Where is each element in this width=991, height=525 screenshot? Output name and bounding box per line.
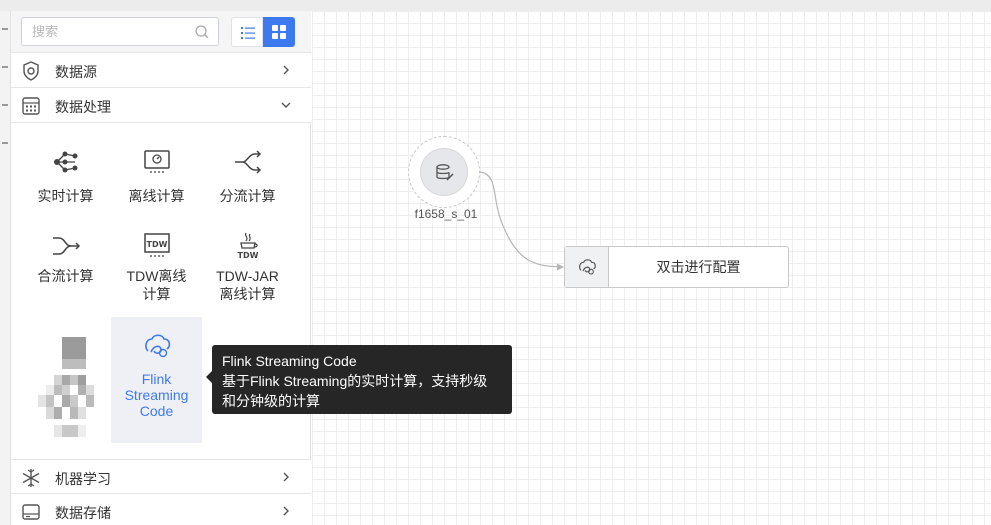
- chevron-right-icon: [283, 506, 289, 516]
- flink-icon: [145, 334, 171, 358]
- top-bar: [0, 0, 991, 11]
- search-box: [21, 17, 219, 46]
- category-data-source[interactable]: 数据源: [11, 53, 311, 88]
- category-label: 数据源: [55, 64, 97, 80]
- tile-label: 离线计算: [219, 286, 276, 302]
- category-label: 机器学习: [55, 471, 111, 487]
- tile-label: 合流计算: [37, 268, 94, 284]
- flink-icon: [579, 259, 596, 275]
- config-node-icon-wrap: [565, 247, 609, 287]
- merge-flow-icon: [53, 237, 81, 255]
- snowflake-icon: [22, 469, 40, 487]
- tile-label: Streaming: [124, 387, 189, 403]
- tile-label: 离线计算: [128, 188, 185, 204]
- source-node-icon-wrap: [420, 148, 468, 196]
- tooltip-line: 基于Flink Streaming的实时计算，支持秒级: [222, 373, 488, 389]
- rail-tick: [2, 104, 8, 106]
- category-data-storage[interactable]: 数据存储: [11, 494, 311, 525]
- tile-label: 计算: [142, 286, 171, 302]
- category-label: 数据处理: [55, 99, 111, 115]
- category-machine-learning[interactable]: 机器学习: [11, 459, 311, 494]
- tdw-jar-icon: TDW: [238, 232, 259, 260]
- config-node-label: 双击进行配置: [656, 259, 741, 275]
- category-data-processing[interactable]: 数据处理: [11, 88, 311, 123]
- tooltip: Flink Streaming Code 基于Flink Streaming的实…: [206, 345, 512, 414]
- database-edit-icon: [436, 164, 454, 181]
- realtime-compute-icon: [54, 151, 78, 173]
- tile-label: Code: [139, 403, 174, 419]
- tdw-icon: TDW: [144, 233, 170, 257]
- offline-compute-icon: [144, 150, 170, 173]
- database-shield-icon: [23, 61, 39, 81]
- category-label: 数据存储: [55, 505, 111, 521]
- tooltip-line: 和分钟级的计算: [222, 393, 320, 409]
- left-rail: [0, 11, 11, 525]
- config-node[interactable]: 双击进行配置: [564, 246, 789, 288]
- tile-label: Flink: [141, 371, 172, 387]
- tile-tdw-jar[interactable]: TDW TDW-JAR 离线计算: [202, 221, 293, 316]
- calculator-icon: [22, 97, 40, 115]
- pixelated-icon: [38, 337, 94, 437]
- grid-icon: [272, 25, 286, 39]
- rail-tick: [2, 66, 8, 68]
- tile-label: 实时计算: [37, 188, 94, 204]
- tile-split-flow[interactable]: 分流计算: [202, 135, 293, 215]
- rail-tick: [2, 28, 8, 30]
- source-node-label: f1658_s_01: [414, 207, 478, 221]
- tile-label: TDW-JAR: [216, 268, 279, 284]
- list-icon: [241, 27, 255, 39]
- tile-tdw-offline[interactable]: TDW TDW离线 计算: [111, 221, 202, 316]
- tile-realtime-compute[interactable]: 实时计算: [20, 135, 111, 215]
- tooltip-arrow: [206, 371, 212, 383]
- tile-label: TDW离线: [126, 268, 187, 284]
- tooltip-title: Flink Streaming Code: [222, 353, 357, 369]
- list-view-button[interactable]: [231, 17, 263, 47]
- search-icon[interactable]: [194, 24, 210, 40]
- search-input[interactable]: [22, 18, 192, 45]
- tile-merge-flow[interactable]: 合流计算: [20, 221, 111, 316]
- rail-tick: [2, 142, 8, 144]
- tile-obscured[interactable]: [20, 318, 111, 444]
- tile-label: 分流计算: [219, 188, 276, 204]
- search-row: [11, 11, 311, 53]
- source-node[interactable]: [408, 136, 480, 208]
- grid-view-button[interactable]: [263, 17, 295, 47]
- chevron-right-icon: [283, 472, 289, 482]
- svg-text:TDW: TDW: [147, 240, 168, 249]
- component-panel: 数据源 数据处理 实时计算 离线计算: [11, 11, 311, 525]
- chevron-down-icon: [281, 102, 291, 108]
- tile-offline-compute[interactable]: 离线计算: [111, 135, 202, 215]
- svg-text:TDW: TDW: [238, 251, 259, 260]
- chevron-right-icon: [283, 65, 289, 75]
- tile-flink-streaming-code[interactable]: Flink Streaming Code: [111, 317, 202, 443]
- split-flow-icon: [235, 150, 262, 174]
- storage-drive-icon: [22, 504, 40, 520]
